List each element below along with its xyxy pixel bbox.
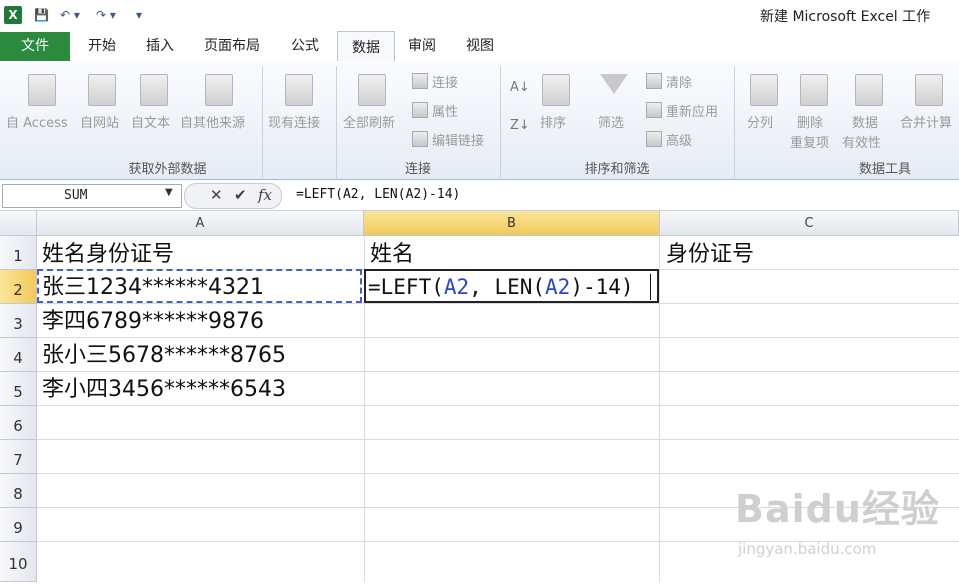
filter-button[interactable]: 筛选	[598, 112, 624, 131]
ribbon-group-separator	[734, 66, 735, 178]
formula-suffix: )-14)	[570, 275, 634, 299]
formula-ref-a2-inner: A2	[545, 275, 571, 299]
window-title: 新建 Microsoft Excel 工作	[760, 9, 931, 25]
from-access-button[interactable]: 自 Access	[6, 112, 68, 131]
text-to-columns-button[interactable]: 分列	[747, 112, 773, 131]
gridline	[659, 236, 660, 582]
properties-button[interactable]: 属性	[432, 101, 458, 120]
tab-insert[interactable]: 插入	[136, 30, 184, 60]
excel-logo-icon: X	[4, 6, 22, 24]
select-all-corner[interactable]	[0, 211, 37, 236]
remove-duplicates-icon	[800, 74, 828, 106]
row-header-6[interactable]: 6	[0, 406, 37, 440]
row-header-7[interactable]: 7	[0, 440, 37, 474]
text-cursor	[650, 274, 651, 300]
row-header-9[interactable]: 9	[0, 508, 37, 542]
name-box-value: SUM	[64, 188, 88, 203]
refresh-all-icon	[358, 74, 386, 106]
existing-connections-icon	[285, 74, 313, 106]
formula-prefix: =LEFT(	[368, 275, 444, 299]
redo-icon[interactable]: ↷ ▾	[96, 7, 116, 23]
cell-a3[interactable]: 李四6789******9876	[42, 305, 264, 339]
cell-a2[interactable]: 张三1234******4321	[42, 271, 264, 305]
filter-icon	[600, 74, 628, 94]
group-label-connections: 连接	[404, 162, 431, 177]
reapply-button[interactable]: 重新应用	[666, 101, 718, 120]
cell-a5[interactable]: 李小四3456******6543	[42, 373, 286, 407]
customize-qat-icon[interactable]: ▾	[136, 7, 142, 23]
baidu-watermark-url: jingyan.baidu.com	[738, 540, 877, 558]
cell-c1[interactable]: 身份证号	[666, 238, 754, 272]
tab-file[interactable]: 文件	[0, 32, 70, 61]
consolidate-button[interactable]: 合并计算	[900, 112, 952, 131]
baidu-watermark: Baidu经验	[735, 487, 940, 531]
sort-descending-icon[interactable]: Z↓	[510, 118, 530, 133]
column-header-c[interactable]: C	[660, 211, 959, 236]
cell-a4[interactable]: 张小三5678******8765	[42, 339, 286, 373]
edit-links-button[interactable]: 编辑链接	[432, 130, 484, 149]
row-header-2[interactable]: 2	[0, 270, 37, 304]
consolidate-icon	[915, 74, 943, 106]
edit-links-icon	[412, 131, 428, 147]
column-header-a[interactable]: A	[37, 211, 364, 236]
gridline	[37, 439, 959, 440]
group-label-data-tools: 数据工具	[858, 162, 911, 177]
cell-a1[interactable]: 姓名身份证号	[42, 238, 174, 272]
formula-input[interactable]: =LEFT(A2, LEN(A2)-14)	[296, 187, 460, 202]
tab-view[interactable]: 视图	[456, 30, 504, 60]
remove-duplicates-label-2[interactable]: 重复项	[790, 132, 829, 151]
group-label-sort-filter: 排序和筛选	[584, 162, 650, 177]
tab-page-layout[interactable]: 页面布局	[196, 30, 268, 60]
column-header-b[interactable]: B	[364, 211, 660, 236]
group-label-get-external-data: 获取外部数据	[128, 162, 207, 177]
tab-data[interactable]: 数据	[337, 31, 395, 62]
row-header-4[interactable]: 4	[0, 338, 37, 372]
formula-ref-a2: A2	[443, 275, 470, 299]
data-validation-label-2[interactable]: 有效性	[842, 132, 881, 151]
cell-b2-editor[interactable]: =LEFT(A2, LEN(A2)-14)	[368, 270, 634, 304]
data-validation-button[interactable]: 数据	[852, 112, 878, 131]
existing-connections-button[interactable]: 现有连接	[268, 112, 320, 131]
tab-review[interactable]: 审阅	[398, 30, 446, 60]
reapply-icon	[646, 102, 662, 118]
advanced-filter-button[interactable]: 高级	[666, 130, 692, 149]
remove-duplicates-button[interactable]: 删除	[797, 112, 823, 131]
row-header-5[interactable]: 5	[0, 372, 37, 406]
row-header-10[interactable]: 10	[0, 542, 37, 582]
from-text-icon	[140, 74, 168, 106]
sort-icon	[542, 74, 570, 106]
undo-icon[interactable]: ↶ ▾	[60, 7, 80, 23]
tab-formulas[interactable]: 公式	[280, 30, 330, 60]
cell-b1[interactable]: 姓名	[370, 238, 414, 272]
clear-filter-button[interactable]: 清除	[666, 72, 692, 91]
refresh-all-button[interactable]: 全部刷新	[343, 112, 395, 131]
sort-button[interactable]: 排序	[540, 112, 566, 131]
sort-ascending-icon[interactable]: A↓	[510, 80, 530, 95]
name-box[interactable]	[2, 184, 182, 208]
connections-button[interactable]: 连接	[432, 72, 458, 91]
enter-check-icon[interactable]: ✔	[234, 186, 247, 204]
from-access-icon	[28, 74, 56, 106]
formula-mid: , LEN(	[469, 275, 546, 299]
clear-filter-icon	[646, 73, 662, 89]
from-web-icon	[88, 74, 116, 106]
cancel-icon[interactable]: ✕	[210, 186, 223, 204]
row-header-8[interactable]: 8	[0, 474, 37, 508]
from-text-button[interactable]: 自文本	[131, 112, 170, 131]
advanced-filter-icon	[646, 131, 662, 147]
from-other-sources-icon	[205, 74, 233, 106]
insert-function-icon[interactable]: fx	[258, 186, 272, 204]
row-header-3[interactable]: 3	[0, 304, 37, 338]
text-to-columns-icon	[750, 74, 778, 106]
connections-icon	[412, 73, 428, 89]
chevron-down-icon[interactable]: ▼	[165, 187, 173, 198]
properties-icon	[412, 102, 428, 118]
save-icon[interactable]: 💾	[34, 7, 49, 23]
from-web-button[interactable]: 自网站	[80, 112, 119, 131]
from-other-sources-button[interactable]: 自其他来源	[180, 112, 245, 131]
data-validation-icon	[855, 74, 883, 106]
row-header-1[interactable]: 1	[0, 236, 37, 270]
gridline	[37, 473, 959, 474]
tab-home[interactable]: 开始	[78, 30, 126, 60]
